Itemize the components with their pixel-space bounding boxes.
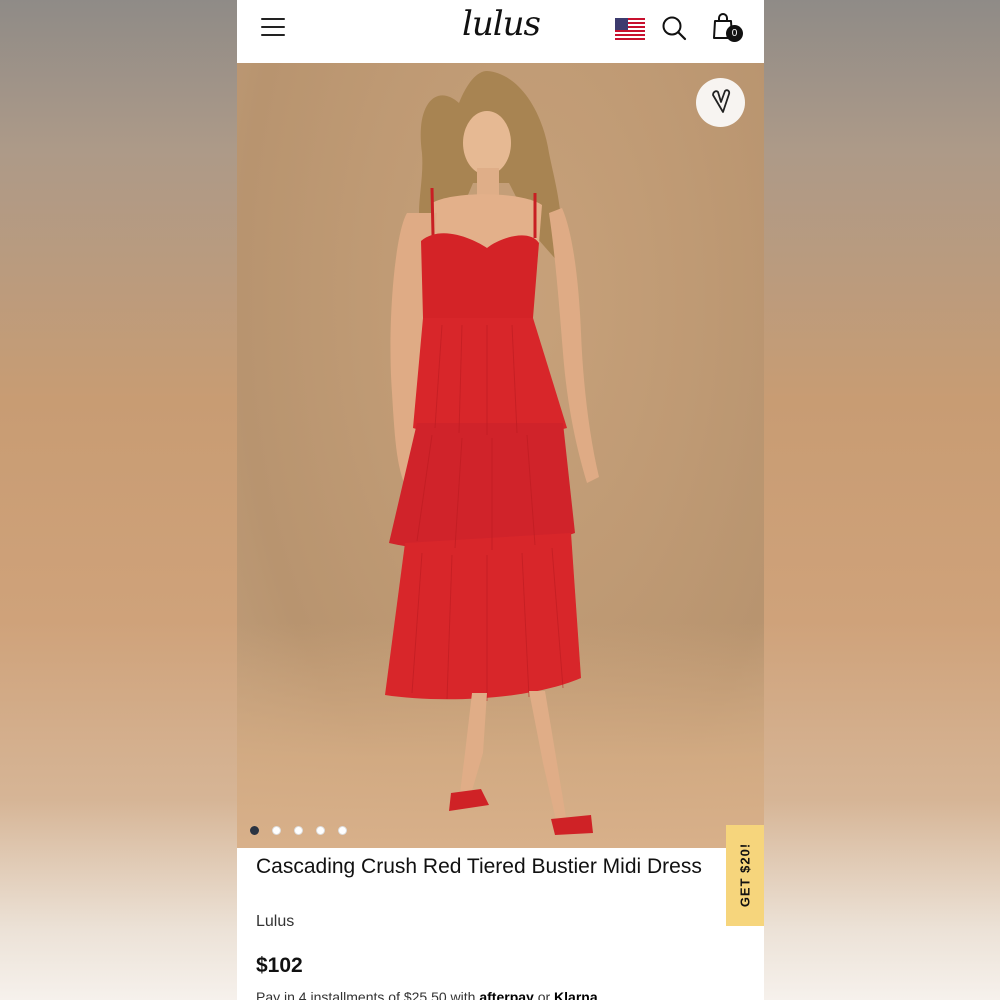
us-flag-icon[interactable] xyxy=(615,18,645,40)
carousel-dot[interactable] xyxy=(338,826,347,835)
product-image[interactable] xyxy=(237,63,764,848)
installments-text: Pay in 4 installments of $25.50 with aft… xyxy=(256,989,598,1000)
menu-icon[interactable] xyxy=(261,16,287,38)
carousel-dot[interactable] xyxy=(316,826,325,835)
installments-prefix: Pay in 4 installments of $25.50 with xyxy=(256,989,480,1000)
heart-icon xyxy=(712,89,731,113)
search-icon[interactable] xyxy=(661,15,687,41)
carousel-dot[interactable] xyxy=(272,826,281,835)
site-logo[interactable]: lulus xyxy=(453,4,549,44)
product-price: $102 xyxy=(256,954,303,977)
get-20-promo-tab[interactable]: GET $20! xyxy=(726,825,764,926)
background-blur-right xyxy=(764,0,1000,1000)
installments-mid: or xyxy=(533,989,555,1000)
promo-label: GET $20! xyxy=(737,842,753,908)
wishlist-button[interactable] xyxy=(696,78,745,127)
site-header: lulus 0 xyxy=(237,0,764,63)
model-illustration xyxy=(385,71,599,835)
klarna-logo[interactable]: Klarna xyxy=(554,989,598,1000)
background-blur-left xyxy=(0,0,237,1000)
mobile-page: lulus 0 GET $20! Cascading Crush Red Tie… xyxy=(237,0,764,1000)
cart-count-badge: 0 xyxy=(726,25,743,42)
product-title: Cascading Crush Red Tiered Bustier Midi … xyxy=(256,855,702,878)
carousel-dot[interactable] xyxy=(250,826,259,835)
afterpay-logo[interactable]: afterpay xyxy=(479,989,533,1000)
product-brand[interactable]: Lulus xyxy=(256,913,294,931)
carousel-dot[interactable] xyxy=(294,826,303,835)
